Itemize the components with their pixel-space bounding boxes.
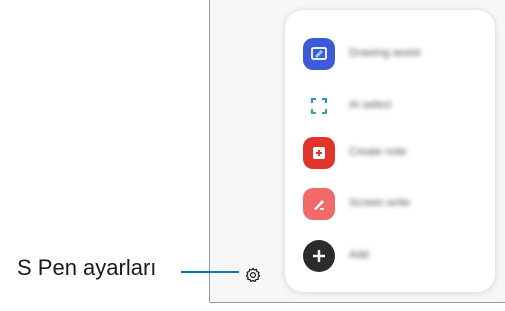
callout-line	[181, 271, 239, 273]
gear-icon[interactable]	[243, 265, 263, 285]
air-command-item-label: Screen write	[349, 197, 411, 209]
drawing-assist-icon	[303, 38, 335, 70]
add-icon	[303, 240, 335, 272]
create-note-icon	[303, 137, 335, 169]
air-command-panel: Drawing assist AI select Create note Scr…	[285, 10, 495, 292]
air-command-item-label: Drawing assist	[349, 47, 421, 59]
smart-select-icon	[303, 90, 335, 122]
air-command-item-create-note[interactable]: Create note	[303, 137, 488, 171]
air-command-item-ai-select[interactable]: AI select	[303, 90, 488, 124]
air-command-item-label: Add	[349, 249, 369, 261]
air-command-item-label: AI select	[349, 99, 392, 111]
air-command-item-add[interactable]: Add	[303, 240, 488, 274]
air-command-item-drawing-assist[interactable]: Drawing assist	[303, 38, 488, 72]
air-command-item-screen-write[interactable]: Screen write	[303, 188, 488, 222]
screen-write-icon	[303, 188, 335, 220]
air-command-item-label: Create note	[349, 146, 407, 158]
callout-label-s-pen-settings: S Pen ayarları	[17, 255, 157, 280]
